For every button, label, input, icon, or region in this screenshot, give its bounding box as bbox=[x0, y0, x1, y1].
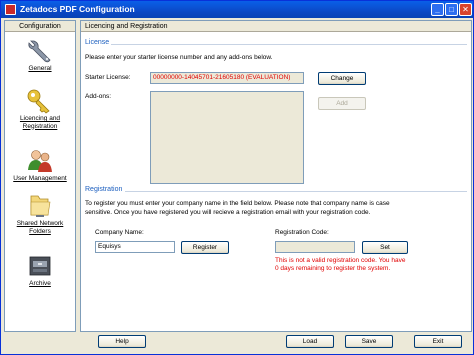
panel-title: Licencing and Registration bbox=[81, 21, 471, 32]
close-button[interactable]: ✕ bbox=[459, 3, 472, 16]
nav-item-shared-folders[interactable]: Shared Network Folders bbox=[5, 193, 75, 235]
nav-item-label: User Management bbox=[13, 175, 67, 182]
nav-item-archive[interactable]: Archive bbox=[5, 253, 75, 288]
starter-license-field[interactable]: 00000000-14045701-21605180 (EVALUATION) bbox=[150, 72, 304, 84]
load-button[interactable]: Load bbox=[286, 335, 334, 348]
nav-item-general[interactable]: General bbox=[5, 38, 75, 73]
window-title: Zetadocs PDF Configuration bbox=[20, 4, 135, 14]
nav-item-label: General bbox=[28, 65, 52, 72]
minimize-button[interactable]: _ bbox=[431, 3, 444, 16]
licencing-panel: Licencing and Registration License Pleas… bbox=[80, 20, 472, 332]
archive-icon bbox=[29, 256, 51, 276]
addons-list[interactable] bbox=[150, 91, 304, 184]
addons-label: Add-ons: bbox=[85, 93, 112, 100]
registration-code-label: Registration Code: bbox=[275, 229, 329, 236]
license-instructions: Please enter your starter license number… bbox=[85, 54, 273, 61]
registration-instructions-line1: To register you must enter your company … bbox=[85, 200, 390, 207]
help-button[interactable]: Help bbox=[98, 335, 146, 348]
add-button[interactable]: Add bbox=[318, 97, 366, 110]
nav-item-label: Licencing and Registration bbox=[19, 115, 61, 130]
save-button[interactable]: Save bbox=[345, 335, 393, 348]
wrench-icon bbox=[28, 40, 51, 63]
nav-header: Configuration bbox=[5, 21, 75, 32]
registration-error-line2: 0 days remaining to register the system. bbox=[275, 265, 391, 272]
app-icon bbox=[5, 4, 16, 15]
maximize-button[interactable]: □ bbox=[445, 3, 458, 16]
registration-group-label: Registration bbox=[85, 186, 123, 193]
configuration-nav: Configuration General Licencing and Regi… bbox=[4, 20, 76, 332]
registration-code-field[interactable] bbox=[275, 241, 355, 253]
nav-item-user-management[interactable]: User Management bbox=[5, 148, 75, 183]
license-group-label: License bbox=[85, 39, 110, 46]
title-bar: Zetadocs PDF Configuration _ □ ✕ bbox=[1, 1, 473, 18]
change-button[interactable]: Change bbox=[318, 72, 366, 85]
set-button[interactable]: Set bbox=[362, 241, 408, 254]
registration-divider bbox=[125, 191, 467, 192]
app-window: Zetadocs PDF Configuration _ □ ✕ Configu… bbox=[0, 0, 474, 355]
register-button[interactable]: Register bbox=[181, 241, 229, 254]
nav-item-label: Shared Network Folders bbox=[16, 220, 64, 235]
key-icon bbox=[27, 89, 50, 114]
users-icon bbox=[28, 150, 52, 172]
folder-icon bbox=[30, 195, 51, 217]
company-name-label: Company Name: bbox=[95, 229, 144, 236]
nav-item-licencing[interactable]: Licencing and Registration bbox=[5, 88, 75, 130]
license-divider bbox=[111, 44, 467, 45]
starter-license-label: Starter License: bbox=[85, 74, 131, 81]
nav-item-label: Archive bbox=[29, 280, 51, 287]
exit-button[interactable]: Exit bbox=[414, 335, 462, 348]
registration-error-line1: This is not a valid registration code. Y… bbox=[275, 257, 406, 264]
company-name-field[interactable]: Equisys bbox=[95, 241, 175, 253]
registration-instructions-line2: sensitive. Once you have registered you … bbox=[85, 209, 371, 216]
